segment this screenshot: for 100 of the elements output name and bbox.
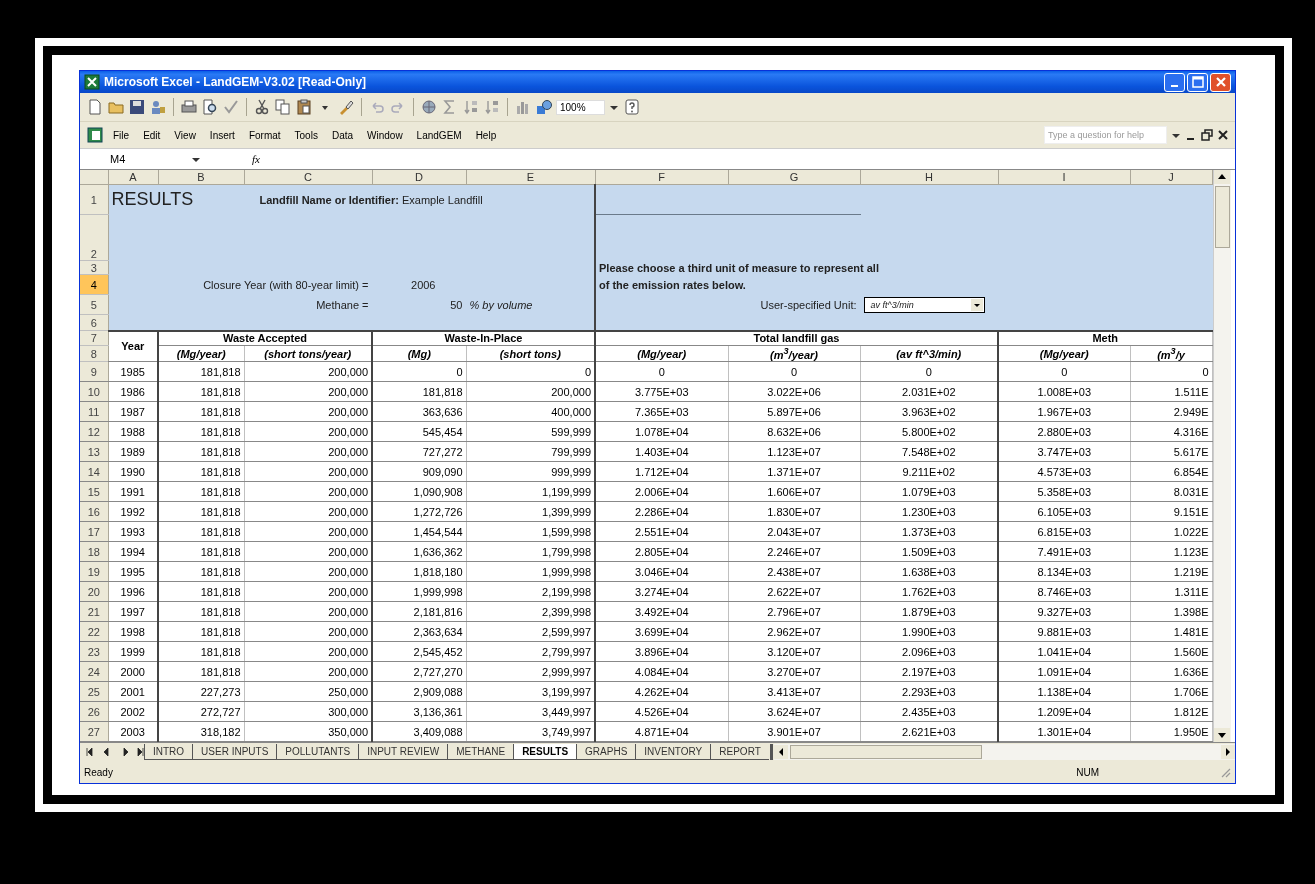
minimize-button[interactable] [1164,72,1185,92]
menu-item[interactable]: Window [362,129,408,141]
sheet-tab[interactable]: POLLUTANTS [276,744,359,760]
scissors-icon[interactable] [253,98,271,116]
table-cell: 1.606E+07 [728,481,860,502]
row-header[interactable]: 11 [80,401,108,422]
row-header[interactable]: 13 [80,441,108,462]
close-button[interactable] [1210,72,1231,92]
scroll-thumb[interactable] [1214,186,1230,248]
row-header[interactable]: 23 [80,641,108,662]
table-cell: 363,636 [372,401,466,422]
sheet-tab[interactable]: REPORT [710,744,769,760]
column-heading: (Mg/year) [595,345,728,362]
function-button[interactable]: fx [202,153,270,165]
row-header[interactable]: 25 [80,681,108,702]
page-magnifier-icon[interactable] [201,98,219,116]
globe-icon[interactable] [420,98,438,116]
menu-item[interactable]: Tools [289,129,323,141]
row-header[interactable]: 19 [80,561,108,582]
menu-item[interactable]: Edit [138,129,166,141]
table-cell: 3,199,997 [466,681,595,702]
table-cell: 181,818 [158,641,244,662]
menu-item[interactable]: Help [470,129,502,141]
sheet-tab[interactable]: GRAPHS [576,744,636,760]
sheet-tab[interactable]: RESULTS [513,744,577,760]
column-header[interactable]: D [372,170,466,185]
column-header[interactable]: A [108,170,158,185]
sheet-navigation-icon[interactable] [84,745,144,759]
scroll-down-icon[interactable] [1213,728,1230,742]
column-header[interactable]: J [1130,170,1212,185]
menu-item[interactable]: View [169,129,201,141]
row-header[interactable]: 20 [80,581,108,602]
menu-item[interactable]: Format [243,129,286,141]
table-cell: 1.373E+03 [860,521,998,542]
zoom-field[interactable]: 100% [556,99,605,115]
column-header[interactable]: E [466,170,595,185]
table-cell: 2,799,997 [466,641,595,662]
table-cell: 1.636E [1130,661,1212,682]
maximize-button[interactable] [1187,72,1208,92]
column-header[interactable]: F [595,170,728,185]
row-header[interactable]: 1 [80,184,108,215]
table-cell: 2001 [108,681,158,702]
shapes-icon[interactable] [535,98,553,116]
row-header[interactable]: 2 [80,214,108,261]
menu-item[interactable]: Data [326,129,359,141]
copy-icon[interactable] [274,98,292,116]
row-header[interactable]: 10 [80,381,108,402]
scroll-left-icon[interactable] [773,745,788,759]
menu-item[interactable]: File [108,129,135,141]
row-header[interactable]: 18 [80,541,108,562]
table-cell: 1.219E [1130,561,1212,582]
close-icon[interactable] [1217,128,1229,142]
table-cell: 0 [372,361,466,382]
restore-icon[interactable] [1201,128,1213,142]
column-header[interactable]: C [244,170,372,185]
row-header[interactable]: 21 [80,601,108,622]
row-header[interactable]: 17 [80,521,108,542]
row-header[interactable]: 26 [80,701,108,722]
clipboard-icon[interactable] [295,98,313,116]
menu-item[interactable]: Insert [204,129,240,141]
table-cell: 200,000 [244,421,372,442]
column-header[interactable]: G [728,170,860,185]
sheet-tab[interactable]: INPUT REVIEW [358,744,448,760]
save-icon[interactable] [128,98,146,116]
unit-dropdown[interactable]: av ft^3/min [863,296,985,313]
print-icon[interactable] [180,98,198,116]
table-cell: 0 [998,361,1130,382]
name-box[interactable]: M4 [80,153,190,165]
new-document-icon[interactable] [86,98,104,116]
row-header[interactable]: 12 [80,421,108,442]
menu-item[interactable]: LandGEM [411,129,467,141]
row-header[interactable]: 14 [80,461,108,482]
row-header[interactable]: 22 [80,621,108,642]
sheet-tab[interactable]: METHANE [447,744,514,760]
help-search-field[interactable]: Type a question for help [1044,126,1167,144]
row-header[interactable]: 16 [80,501,108,522]
help-icon[interactable] [622,98,641,116]
sheet-tab[interactable]: USER INPUTS [192,744,277,760]
row-header[interactable]: 5 [80,294,108,315]
sheet-tab[interactable]: INVENTORY [635,744,711,760]
column-header[interactable]: I [998,170,1130,185]
sheet-tab[interactable]: INTRO [144,744,193,760]
scroll-up-icon[interactable] [1213,170,1230,184]
checkmark-icon[interactable] [222,98,240,116]
row-header[interactable]: 4 [80,274,108,295]
scroll-thumb[interactable] [789,745,982,759]
workbook-icon[interactable] [86,126,104,144]
table-cell: 200,000 [244,541,372,562]
table-cell: 1,799,998 [466,541,595,562]
column-header[interactable]: B [158,170,244,185]
scroll-right-icon[interactable] [1221,745,1235,759]
resize-grip-icon[interactable] [1219,766,1231,778]
horizontal-scrollbar[interactable] [773,744,1235,760]
row-header[interactable]: 15 [80,481,108,502]
column-header[interactable]: H [860,170,998,185]
row-header[interactable]: 9 [80,361,108,382]
row-header[interactable]: 24 [80,661,108,682]
table-cell: 999,999 [466,461,595,482]
row-header[interactable]: 27 [80,721,108,742]
table-cell: 3,136,361 [372,701,466,722]
